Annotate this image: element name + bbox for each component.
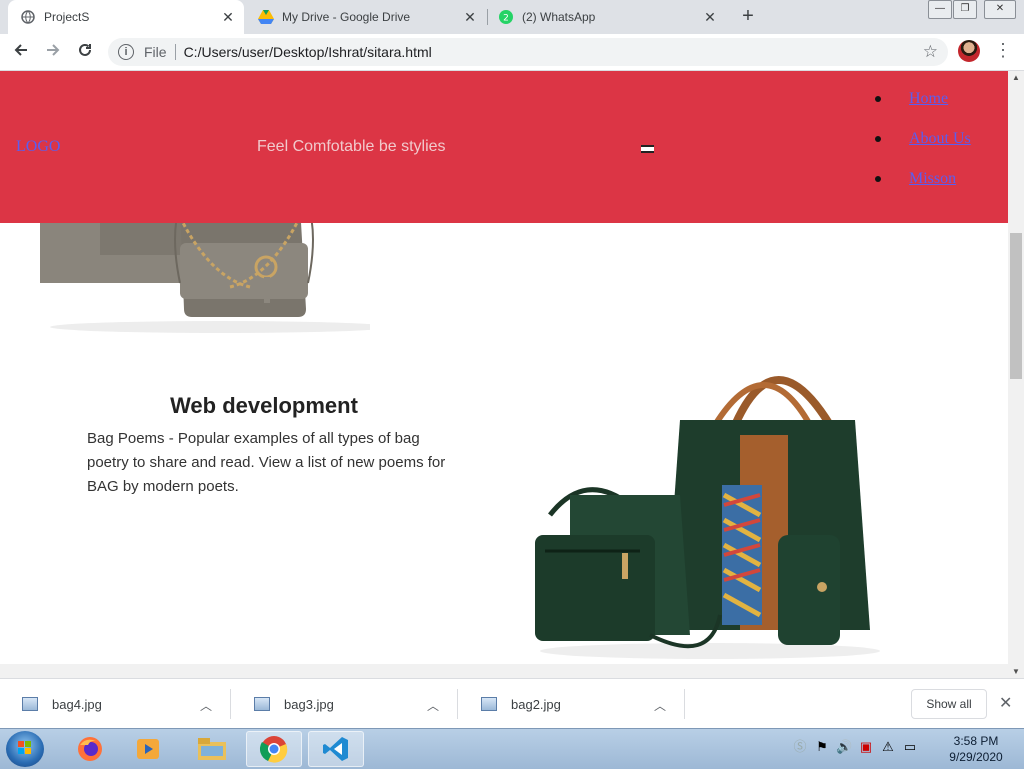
tab-projects[interactable]: ProjectS ✕	[8, 0, 244, 34]
minimize-button[interactable]: —	[928, 0, 952, 19]
section-heading: Web development	[170, 393, 358, 418]
back-arrow-icon	[14, 44, 27, 56]
download-filename: bag2.jpg	[511, 696, 561, 712]
info-icon[interactable]: i	[118, 44, 134, 60]
globe-icon	[20, 9, 36, 25]
close-tab-icon[interactable]: ✕	[220, 9, 236, 26]
tab-title: ProjectS	[44, 10, 90, 24]
scroll-down-icon[interactable]: ▼	[1012, 667, 1020, 676]
pdf-icon[interactable]: ▣	[858, 739, 874, 755]
bag-image-top	[40, 205, 370, 333]
nav-item-about[interactable]: About Us	[872, 129, 971, 169]
tab-title: (2) WhatsApp	[522, 10, 596, 24]
whatsapp-icon: 2	[498, 9, 514, 25]
page-viewport: Web development Bag Poems - Popular exam…	[0, 71, 1008, 664]
forward-button[interactable]	[42, 41, 64, 63]
image-file-icon	[481, 697, 497, 711]
start-button[interactable]	[6, 731, 44, 767]
profile-avatar[interactable]	[958, 40, 980, 62]
vertical-scrollbar[interactable]: ▲ ▼	[1008, 71, 1024, 678]
content-text-block: Web development Bag Poems - Popular exam…	[87, 393, 447, 499]
file-explorer-icon	[198, 738, 226, 760]
reload-button[interactable]	[74, 41, 96, 63]
show-all-button[interactable]: Show all	[911, 689, 987, 719]
new-tab-button[interactable]: +	[737, 5, 759, 27]
media-player-icon	[137, 739, 159, 759]
nav-item-mission[interactable]: Misson	[872, 169, 971, 209]
chrome-icon	[259, 736, 288, 763]
taskbar-clock[interactable]: 3:58 PM 9/29/2020	[944, 733, 1008, 765]
back-button[interactable]	[10, 41, 32, 63]
taskbar-vscode[interactable]	[308, 731, 364, 767]
bookmark-star-icon[interactable]: ☆	[923, 42, 938, 62]
image-file-icon	[254, 697, 270, 711]
vscode-icon	[323, 737, 348, 761]
nav-item-home[interactable]: Home	[872, 89, 971, 129]
site-navbar: LOGO Feel Comfotable be stylies Home Abo…	[0, 71, 1008, 223]
scroll-up-icon[interactable]: ▲	[1012, 73, 1020, 82]
close-window-button[interactable]: ✕	[984, 0, 1016, 19]
download-separator	[457, 689, 458, 719]
svg-text:2: 2	[503, 14, 509, 24]
menu-kebab-icon[interactable]: ⋮	[994, 40, 1012, 61]
nav-link[interactable]: About Us	[909, 130, 971, 147]
close-downloads-icon[interactable]: ✕	[999, 693, 1012, 713]
taskbar-chrome[interactable]	[246, 731, 302, 767]
restore-button[interactable]: ❐	[953, 0, 977, 19]
image-file-icon	[22, 697, 38, 711]
download-item[interactable]: bag4.jpg ︿	[0, 679, 228, 729]
reload-icon	[79, 43, 91, 56]
volume-icon[interactable]: 🔊	[836, 739, 852, 755]
address-bar[interactable]: i File C:/Users/user/Desktop/Ishrat/sita…	[108, 38, 948, 66]
flag-icon[interactable]: ⚑	[814, 739, 830, 755]
clock-time: 3:58 PM	[953, 734, 999, 748]
taskbar-firefox[interactable]	[62, 731, 118, 767]
chevron-up-icon[interactable]: ︿	[200, 697, 212, 714]
skype-icon[interactable]: Ⓢ	[792, 739, 808, 755]
clock-date: 9/29/2020	[949, 750, 1003, 764]
scrollbar-thumb[interactable]	[1010, 233, 1022, 379]
download-filename: bag4.jpg	[52, 696, 102, 712]
chevron-up-icon[interactable]: ︿	[427, 697, 439, 714]
download-filename: bag3.jpg	[284, 696, 334, 712]
tab-title: My Drive - Google Drive	[282, 10, 411, 24]
google-drive-icon	[258, 9, 274, 25]
site-logo[interactable]: LOGO	[16, 138, 60, 156]
display-icon[interactable]: ▭	[902, 739, 918, 755]
download-item[interactable]: bag3.jpg ︿	[232, 679, 457, 729]
downloads-bar: bag4.jpg ︿ bag3.jpg ︿ bag2.jpg ︿ Show al…	[0, 678, 1024, 729]
hamburger-toggle-icon[interactable]	[641, 145, 654, 153]
taskbar-media-player[interactable]	[120, 731, 176, 767]
close-tab-icon[interactable]: ✕	[702, 9, 718, 26]
url-text[interactable]: C:/Users/user/Desktop/Ishrat/sitara.html	[184, 44, 432, 60]
section-body: Bag Poems - Popular examples of all type…	[87, 430, 446, 495]
green-bag-set-image	[535, 376, 880, 659]
nav-link[interactable]: Misson	[909, 170, 956, 187]
tab-google-drive[interactable]: My Drive - Google Drive ✕	[246, 0, 486, 34]
nav-link[interactable]: Home	[909, 90, 948, 107]
download-separator	[230, 689, 231, 719]
windows-logo-icon	[18, 741, 31, 754]
tab-strip: ProjectS ✕ My Drive - Google Drive ✕ 2 (…	[0, 0, 1024, 34]
taskbar-file-explorer[interactable]	[184, 731, 240, 767]
scheme-label: File	[144, 44, 167, 60]
windows-taskbar: Ⓢ ⚑ 🔊 ▣ ⚠ ▭ 3:58 PM 9/29/2020	[0, 728, 1024, 769]
download-separator	[684, 689, 685, 719]
system-tray: Ⓢ ⚑ 🔊 ▣ ⚠ ▭	[792, 739, 918, 755]
network-icon[interactable]: ⚠	[880, 739, 896, 755]
firefox-icon	[78, 737, 102, 761]
browser-toolbar: i File C:/Users/user/Desktop/Ishrat/sita…	[0, 34, 1024, 71]
omnibox-separator	[174, 44, 176, 60]
nav-menu: Home About Us Misson	[872, 89, 971, 209]
forward-arrow-icon	[47, 44, 60, 56]
download-item[interactable]: bag2.jpg ︿	[459, 679, 684, 729]
tab-whatsapp[interactable]: 2 (2) WhatsApp ✕	[486, 0, 726, 34]
horizontal-scrollbar[interactable]	[0, 664, 1008, 678]
site-tagline: Feel Comfotable be stylies	[257, 138, 446, 155]
chevron-up-icon[interactable]: ︿	[654, 697, 666, 714]
close-tab-icon[interactable]: ✕	[462, 9, 478, 26]
